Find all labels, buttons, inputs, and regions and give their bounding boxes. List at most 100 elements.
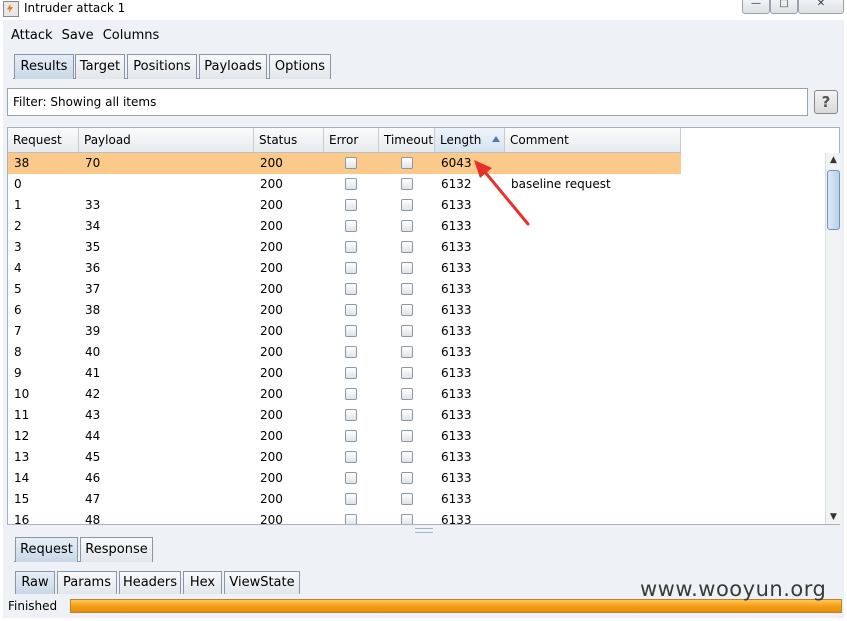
error-checkbox (345, 325, 357, 337)
table-row[interactable]: 2 34 200 6133 (8, 216, 681, 237)
table-row[interactable]: 16 48 200 6133 (8, 510, 681, 525)
column-status[interactable]: Status (254, 128, 324, 152)
timeout-checkbox (401, 199, 413, 211)
menu-attack[interactable]: Attack (11, 28, 53, 43)
cell-comment (505, 468, 681, 489)
table-row[interactable]: 9 41 200 6133 (8, 363, 681, 384)
close-button[interactable]: ✕ (798, 0, 844, 14)
table-row[interactable]: 5 37 200 6133 (8, 279, 681, 300)
cell-request: 6 (14, 303, 22, 317)
scroll-thumb[interactable] (827, 170, 840, 230)
watermark-text: www.wooyun.org (640, 577, 827, 601)
cell-comment (505, 237, 681, 258)
tab-options[interactable]: Options (269, 54, 331, 79)
table-row[interactable]: 6 38 200 6133 (8, 300, 681, 321)
cell-request: 8 (14, 345, 22, 359)
cell-length: 6133 (441, 240, 472, 254)
cell-payload: 48 (85, 513, 101, 525)
window-title: Intruder attack 1 (24, 1, 126, 15)
table-row[interactable]: 11 43 200 6133 (8, 405, 681, 426)
scroll-up-icon[interactable]: ▲ (826, 153, 841, 167)
timeout-checkbox (401, 178, 413, 190)
error-checkbox (345, 262, 357, 274)
cell-payload: 41 (85, 366, 101, 380)
error-checkbox (345, 220, 357, 232)
results-table: Request Payload Status Error Timeout Len… (7, 127, 840, 525)
cell-status: 200 (260, 324, 283, 338)
table-row[interactable]: 10 42 200 6133 (8, 384, 681, 405)
column-timeout[interactable]: Timeout (379, 128, 435, 152)
table-row[interactable]: 7 39 200 6133 (8, 321, 681, 342)
cell-length: 6133 (441, 450, 472, 464)
tab-results[interactable]: Results (14, 54, 74, 79)
column-length[interactable]: Length (435, 128, 505, 152)
menu-bar: Attack Save Columns (11, 28, 164, 43)
table-row[interactable]: 1 33 200 6133 (8, 195, 681, 216)
tab-positions[interactable]: Positions (127, 54, 197, 79)
column-error[interactable]: Error (324, 128, 379, 152)
menu-save[interactable]: Save (62, 28, 94, 43)
error-checkbox (345, 178, 357, 190)
cell-request: 12 (14, 429, 30, 443)
cell-length: 6133 (441, 513, 472, 525)
tab-target[interactable]: Target (75, 54, 125, 79)
cell-length: 6133 (441, 366, 472, 380)
table-row[interactable]: 8 40 200 6133 (8, 342, 681, 363)
table-row[interactable]: 3 35 200 6133 (8, 237, 681, 258)
cell-status: 200 (260, 408, 283, 422)
split-divider-handle[interactable] (415, 528, 433, 533)
minimize-button[interactable]: — (742, 0, 770, 14)
cell-request: 2 (14, 219, 22, 233)
cell-comment (505, 510, 681, 524)
table-row[interactable]: 0 200 6132 baseline request (8, 174, 681, 195)
cell-comment (505, 426, 681, 447)
cell-payload: 36 (85, 261, 101, 275)
help-button[interactable]: ? (814, 90, 838, 114)
table-row[interactable]: 14 46 200 6133 (8, 468, 681, 489)
cell-comment (505, 405, 681, 426)
annotation-arrow-icon (474, 160, 530, 226)
cell-status: 200 (260, 450, 283, 464)
cell-payload: 35 (85, 240, 101, 254)
cell-comment (505, 321, 681, 342)
cell-payload: 46 (85, 471, 101, 485)
tab-headers[interactable]: Headers (119, 571, 181, 594)
timeout-checkbox (401, 367, 413, 379)
table-row[interactable]: 12 44 200 6133 (8, 426, 681, 447)
table-row[interactable]: 4 36 200 6133 (8, 258, 681, 279)
cell-length: 6133 (441, 324, 472, 338)
timeout-checkbox (401, 262, 413, 274)
timeout-checkbox (401, 346, 413, 358)
table-row[interactable]: 13 45 200 6133 (8, 447, 681, 468)
cell-payload: 43 (85, 408, 101, 422)
filter-bar[interactable]: Filter: Showing all items (7, 88, 808, 116)
error-checkbox (345, 304, 357, 316)
column-payload[interactable]: Payload (79, 128, 254, 152)
tab-request[interactable]: Request (15, 537, 78, 562)
cell-status: 200 (260, 156, 283, 170)
column-comment[interactable]: Comment (505, 128, 681, 152)
vertical-scrollbar[interactable]: ▲ ▼ (825, 153, 841, 524)
tab-raw[interactable]: Raw (15, 571, 55, 594)
maximize-button[interactable]: □ (770, 0, 798, 14)
timeout-checkbox (401, 472, 413, 484)
table-row[interactable]: 15 47 200 6133 (8, 489, 681, 510)
tab-viewstate[interactable]: ViewState (224, 571, 300, 594)
tab-response[interactable]: Response (80, 537, 153, 562)
cell-payload (79, 174, 254, 195)
tab-params[interactable]: Params (57, 571, 117, 594)
cell-status: 200 (260, 429, 283, 443)
cell-status: 200 (260, 387, 283, 401)
error-checkbox (345, 283, 357, 295)
cell-length: 6133 (441, 261, 472, 275)
menu-columns[interactable]: Columns (103, 28, 160, 43)
column-request[interactable]: Request (8, 128, 79, 152)
table-row[interactable]: 38 70 200 6043 (8, 153, 681, 174)
tab-hex[interactable]: Hex (183, 571, 222, 594)
cell-request: 15 (14, 492, 30, 506)
scroll-down-icon[interactable]: ▼ (826, 510, 841, 524)
tab-payloads[interactable]: Payloads (199, 54, 267, 79)
sort-ascending-icon (492, 136, 500, 142)
timeout-checkbox (401, 283, 413, 295)
timeout-checkbox (401, 220, 413, 232)
